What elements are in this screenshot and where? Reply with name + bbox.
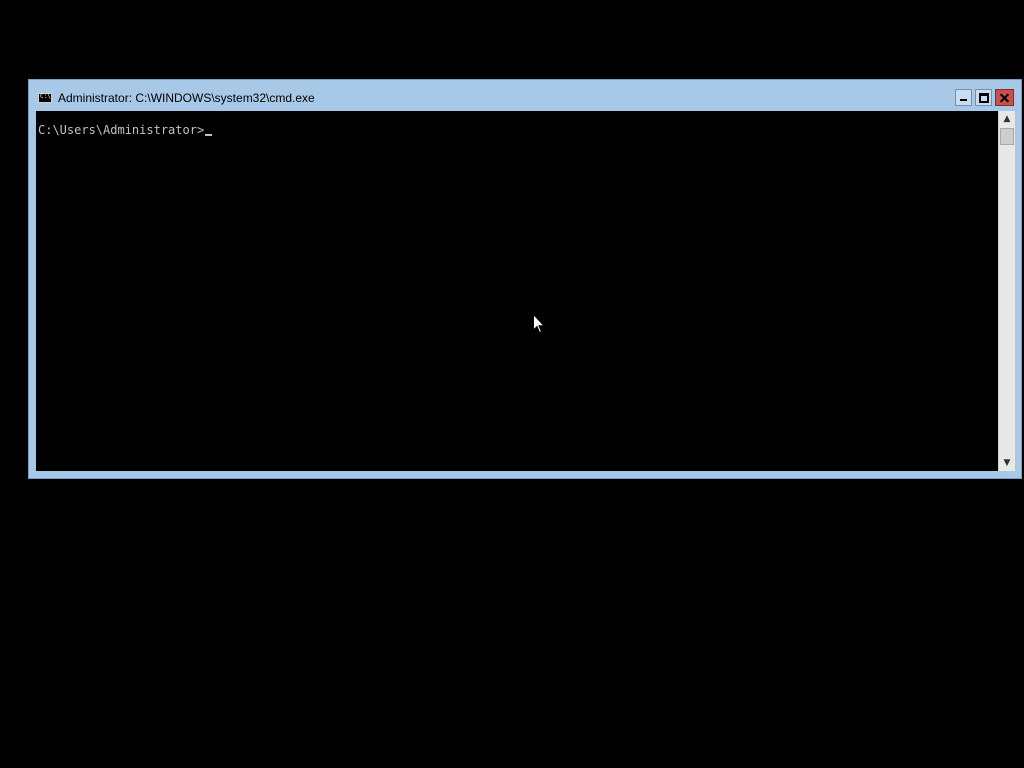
vertical-scrollbar[interactable]: ▲ ▼ bbox=[998, 111, 1015, 471]
scroll-up-button[interactable]: ▲ bbox=[999, 111, 1015, 127]
chevron-down-icon: ▼ bbox=[1003, 458, 1011, 468]
mouse-pointer-icon bbox=[533, 314, 545, 334]
close-button[interactable] bbox=[995, 89, 1014, 106]
cmd-icon[interactable] bbox=[38, 92, 52, 103]
console-area[interactable]: C:\Users\Administrator> bbox=[36, 111, 998, 471]
chevron-up-icon: ▲ bbox=[1003, 114, 1011, 124]
maximize-button[interactable] bbox=[975, 89, 992, 106]
command-prompt: C:\Users\Administrator> bbox=[38, 123, 205, 137]
text-cursor bbox=[205, 134, 213, 136]
minimize-button[interactable] bbox=[955, 89, 972, 106]
window-title: Administrator: C:\WINDOWS\system32\cmd.e… bbox=[58, 91, 315, 105]
console-line: C:\Users\Administrator> bbox=[38, 123, 213, 137]
scroll-down-button[interactable]: ▼ bbox=[999, 455, 1015, 471]
desktop: Administrator: C:\WINDOWS\system32\cmd.e… bbox=[0, 0, 1024, 768]
scroll-thumb[interactable] bbox=[1000, 128, 1014, 145]
cmd-window[interactable]: Administrator: C:\WINDOWS\system32\cmd.e… bbox=[28, 79, 1022, 479]
title-bar[interactable]: Administrator: C:\WINDOWS\system32\cmd.e… bbox=[29, 80, 1021, 111]
